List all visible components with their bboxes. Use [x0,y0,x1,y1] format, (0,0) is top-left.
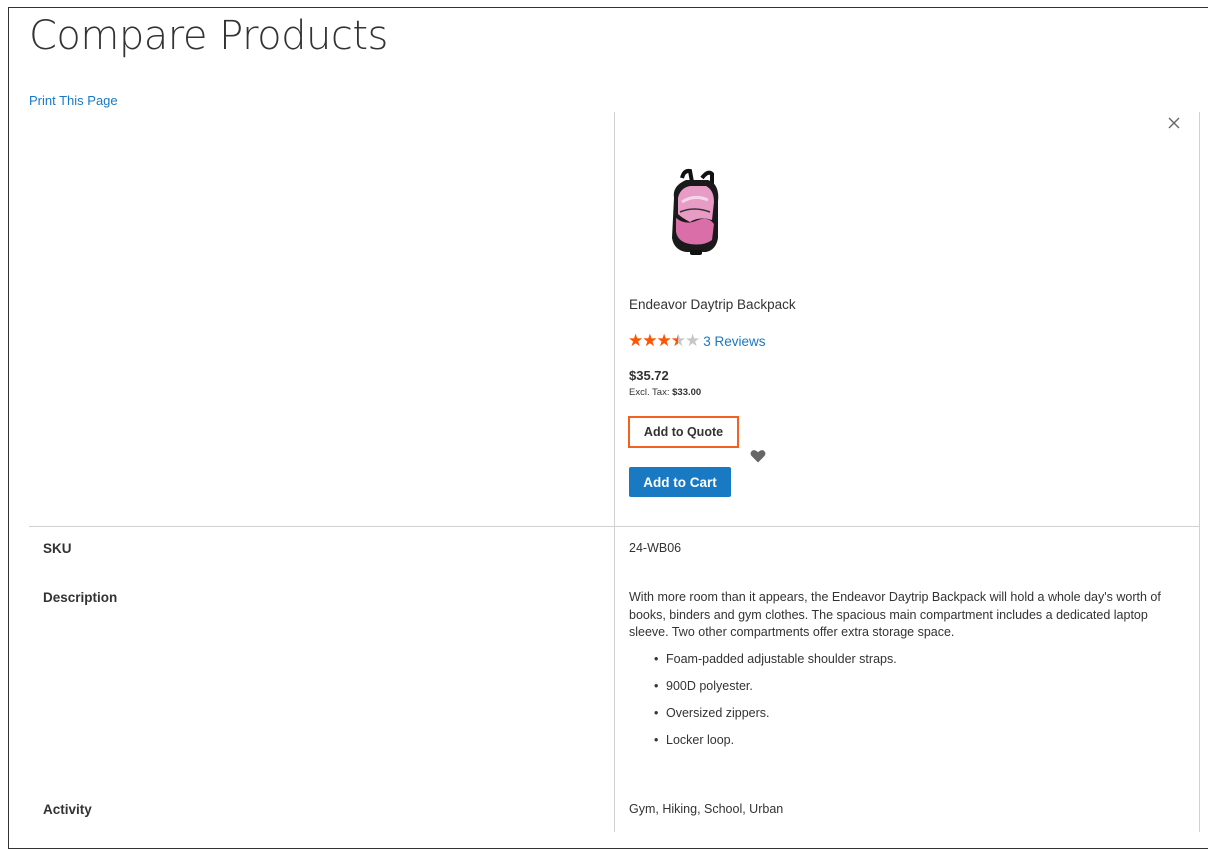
add-to-quote-button[interactable]: Add to Quote [628,416,739,448]
list-item: Foam-padded adjustable shoulder straps. [654,651,897,678]
rating-stars: ★★★★★ ★★★★★ [628,332,700,350]
column-divider [614,112,615,832]
product-image[interactable] [660,168,732,258]
column-divider-right [1199,112,1200,832]
remove-product-button[interactable] [1166,112,1182,132]
list-item: Locker loop. [654,732,897,759]
excl-tax-price: Excl. Tax: $33.00 [629,387,701,398]
excl-tax-label: Excl. Tax: [629,387,670,398]
description-bullets: Foam-padded adjustable shoulder straps. … [654,651,897,759]
list-item: Oversized zippers. [654,705,897,732]
product-name[interactable]: Endeavor Daytrip Backpack [629,297,796,312]
heart-icon [750,450,766,463]
reviews-link[interactable]: 3 Reviews [703,334,765,349]
add-to-cart-button[interactable]: Add to Cart [629,467,731,497]
print-page-link[interactable]: Print This Page [29,93,118,108]
product-rating: ★★★★★ ★★★★★ 3 Reviews [628,332,765,350]
product-price: $35.72 [629,368,669,383]
list-item: 900D polyester. [654,678,897,705]
description-label: Description [43,590,118,605]
backpack-image [672,168,719,255]
close-icon [1168,117,1180,129]
row-divider [29,526,1200,527]
add-to-wishlist-button[interactable] [750,449,766,463]
sku-label: SKU [43,541,72,556]
excl-tax-value: $33.00 [672,387,702,398]
sku-value: 24-WB06 [629,541,682,555]
page-title: Compare Products [29,13,388,59]
activity-value: Gym, Hiking, School, Urban [629,802,784,816]
description-text: With more room than it appears, the Ende… [629,590,1161,639]
star-icon: ★★★★★ [628,332,678,350]
activity-label: Activity [43,802,92,817]
page-frame [8,7,1208,849]
